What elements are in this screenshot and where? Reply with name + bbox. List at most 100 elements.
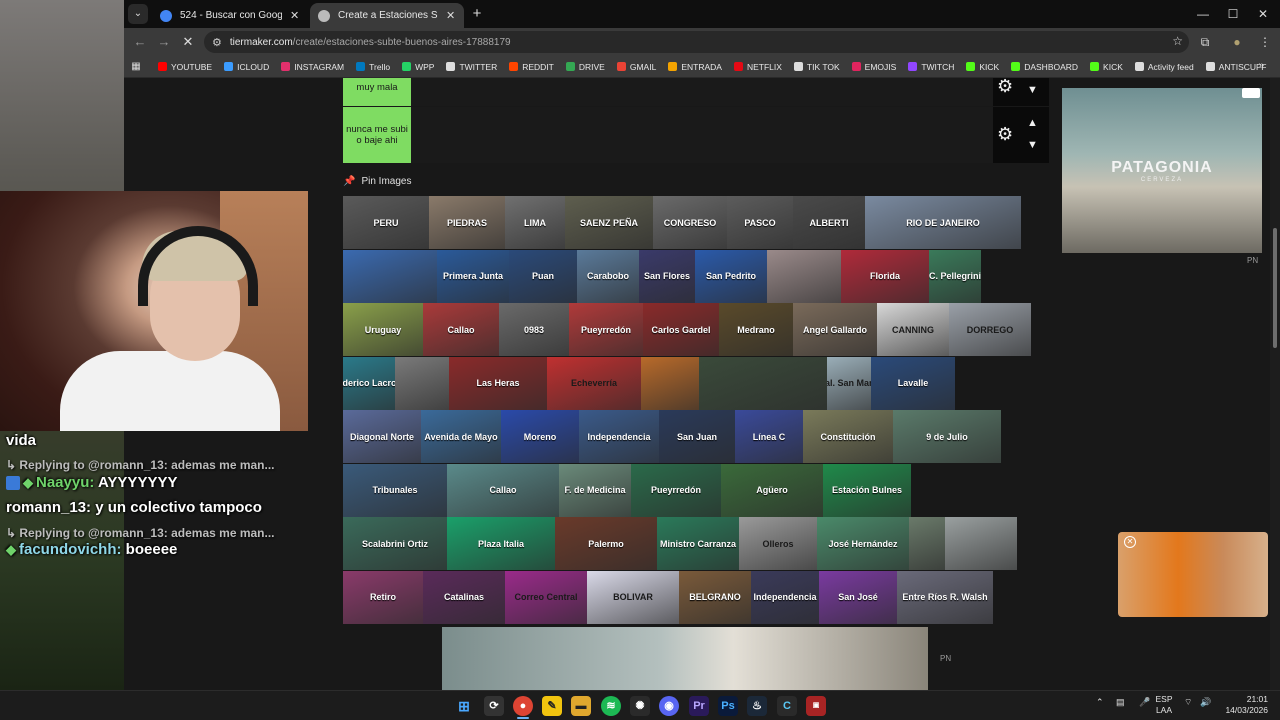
start-button[interactable]: ⊞: [454, 696, 474, 716]
pin-image-tile[interactable]: Angel Gallardo: [793, 303, 877, 356]
pin-image-tile[interactable]: Federico Lacroze: [343, 356, 395, 410]
pin-image-tile[interactable]: Avenida de Mayo: [421, 410, 501, 463]
chevron-down-icon[interactable]: ▼: [1027, 84, 1038, 96]
scrollbar-thumb[interactable]: [1273, 228, 1277, 348]
photoshop-icon[interactable]: Ps: [718, 696, 738, 716]
microphone-icon[interactable]: 🎤: [1139, 697, 1150, 708]
pin-image-tile[interactable]: DORREGO: [949, 303, 1031, 356]
pin-image-tile[interactable]: Callao: [423, 303, 499, 356]
close-tab-icon[interactable]: ✕: [290, 9, 300, 22]
tier-label[interactable]: nunca me subi o baje ahi: [343, 107, 411, 163]
pin-image-tile[interactable]: Medrano: [719, 303, 793, 356]
bookmark-entrada[interactable]: ENTRADA: [662, 62, 728, 72]
pin-image-tile[interactable]: PERU: [343, 196, 429, 249]
bookmark-kick[interactable]: KICK: [960, 62, 1005, 72]
pin-image-tile[interactable]: Ministro Carranza: [657, 517, 739, 570]
apps-grid-icon[interactable]: ▦: [130, 61, 142, 73]
bookmark-emojis[interactable]: EMOJIS: [846, 62, 903, 72]
pin-image-tile[interactable]: C. Pellegrini: [929, 249, 981, 303]
pin-image-tile[interactable]: 9 de Julio: [893, 410, 1001, 463]
close-tab-icon[interactable]: ✕: [446, 9, 456, 22]
pin-image-tile[interactable]: PIEDRAS: [429, 196, 505, 249]
chatgpt-icon[interactable]: ✺: [630, 696, 650, 716]
chrome-icon[interactable]: ●: [513, 696, 533, 716]
rockstar-icon[interactable]: ⟳: [484, 696, 504, 716]
pin-image-tile[interactable]: [767, 249, 841, 303]
pin-image-tile[interactable]: Retiro: [343, 570, 423, 624]
spotify-icon[interactable]: ≋: [601, 696, 621, 716]
pin-image-tile[interactable]: José Hernández: [817, 517, 909, 570]
bookmark-twitch[interactable]: TWITCH: [902, 62, 960, 72]
pin-image-tile[interactable]: Estación Bulnes: [823, 463, 911, 517]
steam-icon[interactable]: ♨: [747, 696, 767, 716]
pin-image-tile[interactable]: Constitución: [803, 410, 893, 463]
pin-image-tile[interactable]: F. de Medicina: [559, 463, 631, 517]
patagonia-ad[interactable]: PATAGONIA CERVEZA: [1062, 88, 1262, 253]
new-tab-button[interactable]: +: [468, 5, 486, 23]
tray-flag-icon[interactable]: ▤: [1116, 697, 1125, 708]
gear-icon[interactable]: ⚙: [997, 78, 1013, 97]
bottom-banner-ad[interactable]: [442, 627, 928, 690]
floating-video-ad[interactable]: ✕: [1118, 532, 1268, 617]
bookmark-trello[interactable]: Trello: [350, 62, 396, 72]
stop-loading-button[interactable]: ✕: [178, 33, 198, 51]
gear-icon[interactable]: ⚙: [997, 124, 1013, 145]
pin-image-tile[interactable]: Línea C: [735, 410, 803, 463]
pin-image-tile[interactable]: 0983: [499, 303, 569, 356]
pin-image-tile[interactable]: BOLIVAR: [587, 570, 679, 624]
bookmark-instagram[interactable]: INSTAGRAM: [275, 62, 350, 72]
pin-image-tile[interactable]: Entre Ríos R. Walsh: [897, 570, 993, 624]
pin-image-tile[interactable]: Carlos Gardel: [643, 303, 719, 356]
tab-search-icon[interactable]: ⌄: [128, 4, 148, 24]
pin-image-tile[interactable]: Lavalle: [871, 356, 955, 410]
minimize-button[interactable]: —: [1188, 4, 1218, 24]
pin-image-tile[interactable]: [343, 249, 437, 303]
clock[interactable]: 21:01 14/03/2026: [1218, 694, 1268, 716]
bookmark-twitter[interactable]: TWITTER: [440, 62, 503, 72]
site-info-icon[interactable]: ⚙: [212, 36, 222, 49]
pin-image-tile[interactable]: Independencia: [579, 410, 659, 463]
pin-image-tile[interactable]: Primera Junta: [437, 249, 509, 303]
tier-label[interactable]: muy mala: [343, 78, 411, 106]
chevron-down-icon[interactable]: ▼: [1027, 139, 1038, 151]
more-bookmarks-icon[interactable]: »: [1258, 60, 1264, 71]
back-button[interactable]: ←: [130, 33, 150, 51]
pin-image-tile[interactable]: Echeverría: [547, 356, 641, 410]
bookmark-youtube[interactable]: YOUTUBE: [152, 62, 218, 72]
pin-image-tile[interactable]: San José: [819, 570, 897, 624]
pin-image-tile[interactable]: Pueyrredón: [631, 463, 721, 517]
pin-image-tile[interactable]: [641, 356, 699, 410]
pin-image-tile[interactable]: Pueyrredón: [569, 303, 643, 356]
pin-image-tile[interactable]: San Pedrito: [695, 249, 767, 303]
pin-image-tile[interactable]: Callao: [447, 463, 559, 517]
bookmark-gmail[interactable]: GMAIL: [611, 62, 662, 72]
maximize-button[interactable]: ☐: [1218, 4, 1248, 24]
pin-image-tile[interactable]: [395, 356, 449, 410]
bookmark-reddit[interactable]: REDDIT: [503, 62, 560, 72]
pin-image-tile[interactable]: Correo Central: [505, 570, 587, 624]
tab-google-search[interactable]: 524 - Buscar con Google ✕: [152, 3, 308, 28]
pin-image-tile[interactable]: Las Heras: [449, 356, 547, 410]
pin-image-tile[interactable]: BELGRANO: [679, 570, 751, 624]
bookmark-dashboard[interactable]: DASHBOARD: [1005, 62, 1084, 72]
notes-icon[interactable]: ✎: [542, 696, 562, 716]
pin-image-tile[interactable]: Diagonal Norte: [343, 410, 421, 463]
pin-image-tile[interactable]: Scalabrini Ortiz: [343, 517, 447, 570]
profile-avatar[interactable]: ●: [1228, 33, 1246, 51]
pin-image-tile[interactable]: Olleros: [739, 517, 817, 570]
pin-image-tile[interactable]: CANNING: [877, 303, 949, 356]
ad-choices-icon[interactable]: [1242, 88, 1260, 98]
pin-image-tile[interactable]: RIO DE JANEIRO: [865, 196, 1021, 249]
pin-image-tile[interactable]: PASCO: [727, 196, 793, 249]
tab-tiermaker[interactable]: Create a Estaciones Subte Buen ✕: [310, 3, 464, 28]
pin-image-tile[interactable]: Florida: [841, 249, 929, 303]
close-ad-icon[interactable]: ✕: [1124, 536, 1136, 548]
close-window-button[interactable]: ✕: [1248, 4, 1278, 24]
pin-image-tile[interactable]: [699, 356, 827, 410]
pin-image-tile[interactable]: Independencia: [751, 570, 819, 624]
discord-icon[interactable]: ◉: [659, 696, 679, 716]
pin-image-tile[interactable]: LIMA: [505, 196, 565, 249]
volume-icon[interactable]: 🔊: [1200, 697, 1211, 708]
pin-image-tile[interactable]: Plaza Italia: [447, 517, 555, 570]
pin-image-tile[interactable]: Catalinas: [423, 570, 505, 624]
